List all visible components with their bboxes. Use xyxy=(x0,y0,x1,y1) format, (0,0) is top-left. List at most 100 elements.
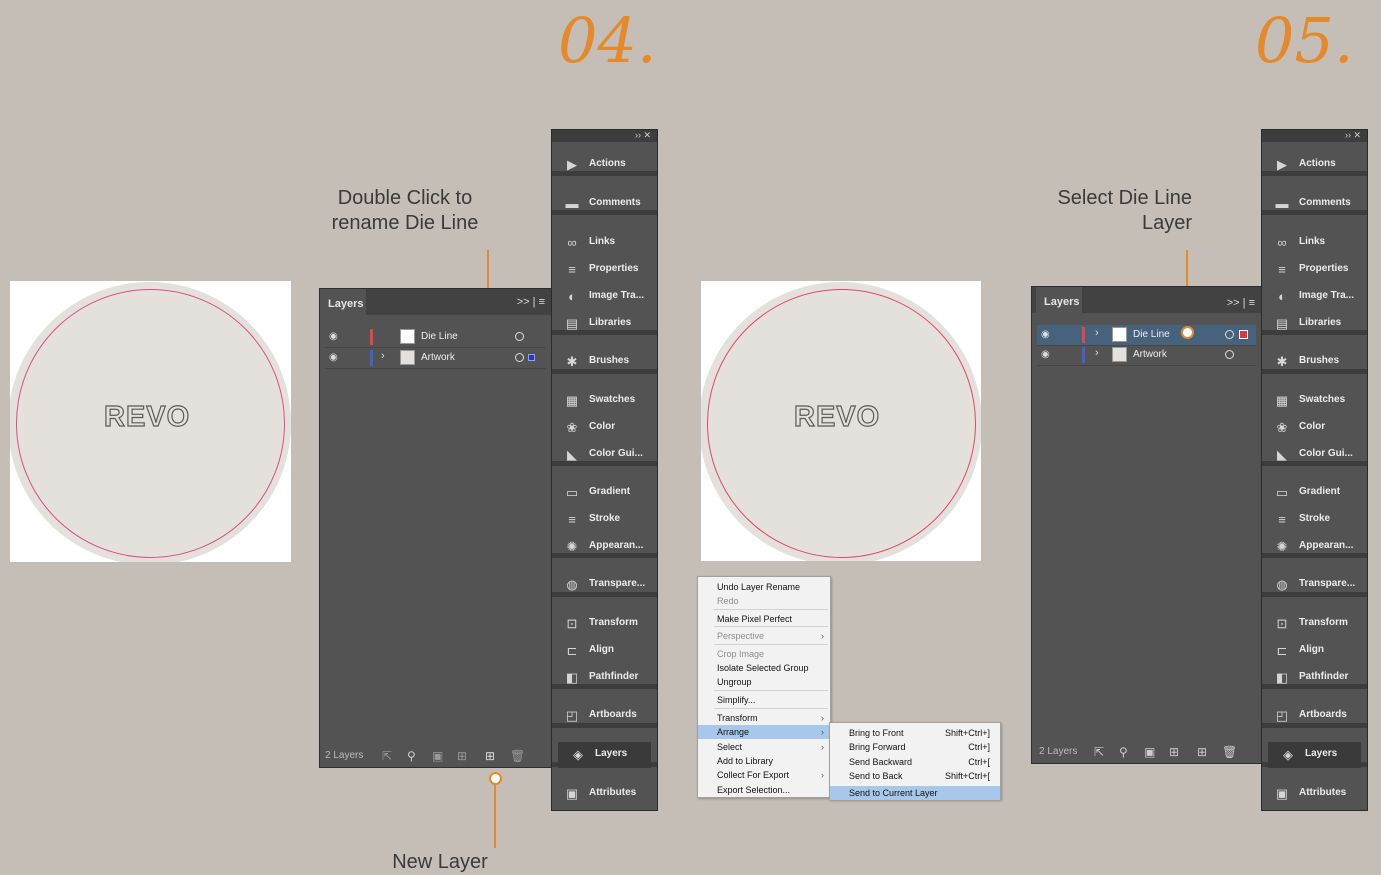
dock-item-actions[interactable]: ▶ Actions xyxy=(552,152,657,178)
dock-item-comments[interactable]: ▬ Comments xyxy=(552,191,657,217)
menu-item-undo-layer-rename[interactable]: Undo Layer Rename xyxy=(698,580,830,594)
new-layer-icon[interactable]: ⊞ xyxy=(1197,745,1207,759)
dock-item-appearan[interactable]: ✺ Appearan... xyxy=(1262,534,1367,560)
layer-name[interactable]: Die Line xyxy=(421,331,458,342)
dock-item-links[interactable]: ∞ Links xyxy=(552,230,657,256)
dock-item-image-tra[interactable]: ◐ Image Tra... xyxy=(1262,284,1367,310)
dock-item-stroke[interactable]: ≡ Stroke xyxy=(552,507,657,533)
target-circle-icon[interactable] xyxy=(515,353,524,362)
dock-item-pathfinder[interactable]: ◧ Pathfinder xyxy=(1262,665,1367,691)
menu-item-isolate-selected-group[interactable]: Isolate Selected Group xyxy=(698,661,830,675)
layer-name[interactable]: Artwork xyxy=(1133,349,1167,360)
new-sublayer-icon[interactable]: ⊞ xyxy=(1169,745,1179,759)
dock-item-color[interactable]: ❀ Color xyxy=(552,415,657,441)
menu-item-crop-image[interactable]: Crop Image xyxy=(698,647,830,661)
dock-item-color-gui[interactable]: ◣ Color Gui... xyxy=(552,442,657,468)
menu-item-make-pixel-perfect[interactable]: Make Pixel Perfect xyxy=(698,612,830,626)
new-sublayer-icon[interactable]: ⊞ xyxy=(457,749,467,763)
dock-item-brushes[interactable]: ✱ Brushes xyxy=(552,349,657,375)
dock-item-gradient[interactable]: ▭ Gradient xyxy=(552,480,657,506)
layer-row-die-line[interactable]: ◉ › Die Line xyxy=(1037,325,1256,346)
dock-item-properties[interactable]: ≡ Properties xyxy=(552,257,657,283)
target-circle-icon[interactable] xyxy=(1225,350,1234,359)
dock-item-properties[interactable]: ≡ Properties xyxy=(1262,257,1367,283)
dock-item-stroke[interactable]: ≡ Stroke xyxy=(1262,507,1367,533)
dock-collapse-controls[interactable]: ›› ✕ xyxy=(1262,130,1367,142)
dock-item-transpare[interactable]: ◍ Transpare... xyxy=(1262,572,1367,598)
dock-item-color[interactable]: ❀ Color xyxy=(1262,415,1367,441)
search-icon[interactable]: ⚲ xyxy=(1119,745,1128,759)
dock-item-links[interactable]: ∞ Links xyxy=(1262,230,1367,256)
menu-item-perspective[interactable]: Perspective › xyxy=(698,629,830,643)
dock-item-image-tra[interactable]: ◐ Image Tra... xyxy=(552,284,657,310)
export-icon[interactable]: ⇱ xyxy=(1094,745,1104,759)
expand-chevron-icon[interactable]: › xyxy=(1095,347,1099,359)
dock-item-libraries[interactable]: ▤ Libraries xyxy=(1262,311,1367,337)
clipping-mask-icon[interactable]: ▣ xyxy=(1144,745,1155,759)
target-circle-icon[interactable] xyxy=(1225,330,1234,339)
dock-item-comments[interactable]: ▬ Comments xyxy=(1262,191,1367,217)
step-number-04: 04. xyxy=(558,4,657,77)
expand-chevron-icon[interactable]: › xyxy=(1095,327,1099,339)
dock-item-layers[interactable]: ◈ Layers xyxy=(558,742,651,768)
menu-item-ungroup[interactable]: Ungroup xyxy=(698,675,830,689)
visibility-eye-icon[interactable]: ◉ xyxy=(329,352,341,364)
rename-leader-line xyxy=(487,250,489,288)
dock-item-artboards[interactable]: ◰ Artboards xyxy=(1262,703,1367,729)
dock-item-brushes[interactable]: ✱ Brushes xyxy=(1262,349,1367,375)
layer-row-die-line[interactable]: ◉ Die Line xyxy=(325,327,546,348)
new-layer-icon[interactable]: ⊞ xyxy=(485,749,495,763)
submenu-item-bring-to-front[interactable]: Bring to Front Shift+Ctrl+] xyxy=(830,726,1000,740)
dock-item-attributes[interactable]: ▣ Attributes xyxy=(552,781,657,807)
dock-item-align[interactable]: ⊏ Align xyxy=(1262,638,1367,664)
dock-item-swatches[interactable]: ▦ Swatches xyxy=(1262,388,1367,414)
dock-item-color-gui[interactable]: ◣ Color Gui... xyxy=(1262,442,1367,468)
submenu-item-bring-forward[interactable]: Bring Forward Ctrl+] xyxy=(830,740,1000,754)
expand-chevron-icon[interactable]: › xyxy=(381,350,385,362)
dock-item-transform[interactable]: ⊡ Transform xyxy=(552,611,657,637)
dock-item-artboards[interactable]: ◰ Artboards xyxy=(552,703,657,729)
menu-item-add-to-library[interactable]: Add to Library xyxy=(698,754,830,768)
menu-item-redo[interactable]: Redo xyxy=(698,594,830,608)
layer-row-artwork[interactable]: ◉ › Artwork xyxy=(1037,345,1256,366)
dock-item-swatches[interactable]: ▦ Swatches xyxy=(552,388,657,414)
dock-item-gradient[interactable]: ▭ Gradient xyxy=(1262,480,1367,506)
submenu-item-send-to-current-layer[interactable]: Send to Current Layer xyxy=(830,786,1000,800)
dock-item-attributes[interactable]: ▣ Attributes xyxy=(1262,781,1367,807)
panel-menu-controls[interactable]: >> | ≡ xyxy=(517,296,545,308)
export-icon[interactable]: ⇱ xyxy=(382,749,392,763)
menu-item-label: Undo Layer Rename xyxy=(717,582,801,592)
visibility-eye-icon[interactable]: ◉ xyxy=(329,331,341,343)
trash-icon[interactable]: 🗑 xyxy=(510,749,525,763)
trash-icon[interactable]: 🗑 xyxy=(1222,745,1237,759)
dock-item-align[interactable]: ⊏ Align xyxy=(552,638,657,664)
submenu-item-send-to-back[interactable]: Send to Back Shift+Ctrl+[ xyxy=(830,769,1000,783)
dock-item-actions[interactable]: ▶ Actions xyxy=(1262,152,1367,178)
layer-name[interactable]: Artwork xyxy=(421,352,455,363)
menu-item-arrange[interactable]: Arrange › xyxy=(698,725,830,739)
layer-row-artwork[interactable]: ◉ › Artwork xyxy=(325,348,546,369)
tab-layers[interactable]: Layers xyxy=(1036,287,1082,317)
menu-item-select[interactable]: Select › xyxy=(698,740,830,754)
search-icon[interactable]: ⚲ xyxy=(407,749,416,763)
dock-item-pathfinder[interactable]: ◧ Pathfinder xyxy=(552,665,657,691)
submenu-item-send-backward[interactable]: Send Backward Ctrl+[ xyxy=(830,755,1000,769)
tab-layers[interactable]: Layers xyxy=(320,289,366,319)
visibility-eye-icon[interactable]: ◉ xyxy=(1041,329,1053,341)
panel-menu-controls[interactable]: >> | ≡ xyxy=(1227,297,1255,309)
dock-item-appearan[interactable]: ✺ Appearan... xyxy=(552,534,657,560)
clipping-mask-icon[interactable]: ▣ xyxy=(432,749,443,763)
dock-item-transpare[interactable]: ◍ Transpare... xyxy=(552,572,657,598)
layer-count: 2 Layers xyxy=(1039,746,1078,757)
layer-name[interactable]: Die Line xyxy=(1133,329,1170,340)
dock-collapse-controls[interactable]: ›› ✕ xyxy=(552,130,657,142)
dock-item-layers[interactable]: ◈ Layers xyxy=(1268,742,1361,768)
menu-item-transform[interactable]: Transform › xyxy=(698,711,830,725)
visibility-eye-icon[interactable]: ◉ xyxy=(1041,349,1053,361)
menu-item-collect-for-export[interactable]: Collect For Export › xyxy=(698,768,830,782)
target-circle-icon[interactable] xyxy=(515,332,524,341)
dock-item-transform[interactable]: ⊡ Transform xyxy=(1262,611,1367,637)
menu-item-export-selection[interactable]: Export Selection... xyxy=(698,783,830,797)
menu-item-simplify[interactable]: Simplify... xyxy=(698,693,830,707)
dock-item-libraries[interactable]: ▤ Libraries xyxy=(552,311,657,337)
